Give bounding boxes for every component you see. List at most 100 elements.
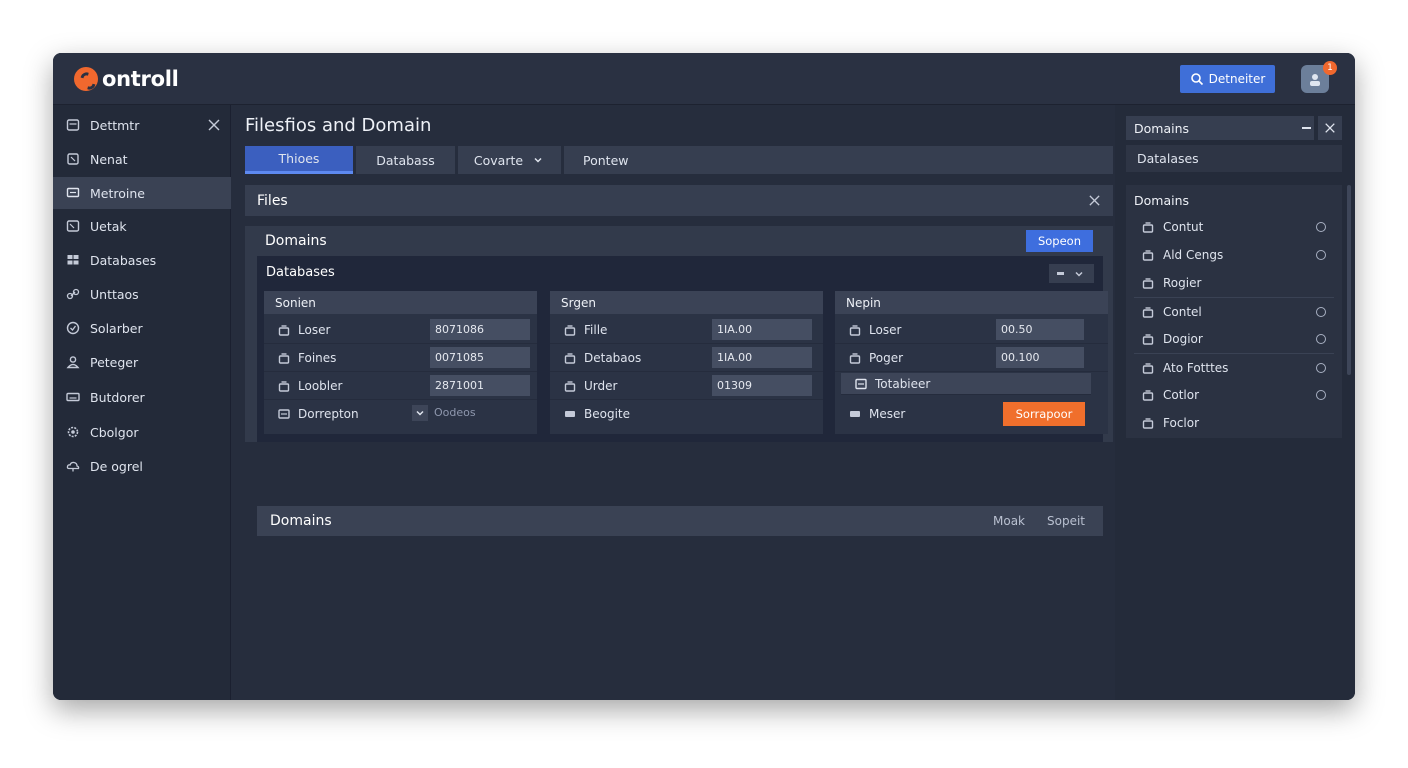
sidebar-item-label: Metroine: [90, 185, 145, 201]
list-item[interactable]: Ato Fotttes: [1134, 353, 1334, 381]
sidebar-item-unttaos[interactable]: Unttaos: [53, 278, 231, 310]
row-value[interactable]: 2871001: [430, 375, 530, 396]
radio-button[interactable]: [1316, 363, 1326, 373]
sidebar-item-solarber[interactable]: Solarber: [53, 312, 231, 344]
radio-button[interactable]: [1316, 334, 1326, 344]
lock-icon: [277, 379, 291, 393]
sidebar-item-databases[interactable]: Databases: [53, 244, 231, 276]
brand[interactable]: ontroll: [74, 65, 179, 93]
row-label: Loser: [869, 322, 902, 337]
list-item[interactable]: Rogier: [1134, 269, 1334, 297]
app-window: ontroll Detneiter 1 Dettmtr Nenat Metroi…: [53, 53, 1355, 700]
brand-name: ontroll: [102, 67, 179, 91]
sidebar-item-nenat[interactable]: Nenat: [53, 143, 231, 175]
sidebar-item-metroine[interactable]: Metroine: [53, 177, 231, 209]
monitor-icon: [66, 186, 80, 200]
list-item-label: Dogior: [1163, 332, 1203, 346]
table-row-highlighted[interactable]: Totabieer: [841, 373, 1091, 395]
table-row[interactable]: Poger 00.100: [835, 344, 1108, 372]
search-button[interactable]: Detneiter: [1180, 65, 1275, 93]
list-item[interactable]: Cotlor: [1134, 381, 1334, 409]
chevron-down-icon: [531, 153, 545, 167]
list-item[interactable]: Contel: [1134, 297, 1334, 325]
table-row[interactable]: Dorrepton Oodeos: [264, 400, 537, 428]
row-label: Totabieer: [875, 376, 931, 391]
table-row[interactable]: Urder 01309: [550, 372, 823, 400]
minimize-icon[interactable]: [1299, 116, 1313, 140]
table-row[interactable]: Loser 00.50: [835, 316, 1108, 344]
row-value[interactable]: 1IA.00: [712, 319, 812, 340]
right-panel-list: Domains Contut Ald Cengs Rogier Contel D…: [1126, 185, 1342, 438]
list-item-label: Ald Cengs: [1163, 248, 1224, 262]
column-header: Srgen: [550, 291, 823, 314]
close-icon[interactable]: [1318, 116, 1342, 140]
data-column-srgen: Srgen Fille 1IA.00 Detabaos 1IA.00 Urder: [550, 291, 823, 434]
tab-thioes[interactable]: Thioes: [245, 146, 353, 174]
row-value[interactable]: 01309: [712, 375, 812, 396]
databases-control[interactable]: [1049, 264, 1094, 283]
cloud-icon: [66, 459, 80, 473]
table-row[interactable]: Beogite: [550, 400, 823, 428]
list-item[interactable]: Contut: [1134, 213, 1334, 241]
row-value[interactable]: 8071086: [430, 319, 530, 340]
close-icon[interactable]: [207, 118, 221, 132]
lock-icon: [848, 351, 862, 365]
lock-icon: [277, 351, 291, 365]
sopeon-button[interactable]: Sopeon: [1026, 230, 1093, 252]
column-header: Sonien: [264, 291, 537, 314]
table-row[interactable]: Detabaos 1IA.00: [550, 344, 823, 372]
list-title: Domains: [1134, 193, 1190, 208]
sopeit-link[interactable]: Sopeit: [1047, 514, 1085, 528]
right-panel-subheader[interactable]: Datalases: [1126, 145, 1342, 172]
sidebar-item-uetak[interactable]: Uetak: [53, 210, 231, 242]
sorrapoor-button[interactable]: Sorrapoor: [1003, 402, 1085, 426]
sidebar-item-dettmtr[interactable]: Dettmtr: [53, 109, 231, 141]
row-value[interactable]: 00.100: [996, 347, 1084, 368]
radio-button[interactable]: [1316, 250, 1326, 260]
sidebar-item-peteger[interactable]: Peteger: [53, 346, 231, 378]
table-row[interactable]: Foines 0071085: [264, 344, 537, 372]
dropdown-toggle[interactable]: [412, 405, 428, 421]
table-row[interactable]: Loser 8071086: [264, 316, 537, 344]
right-panel-header: Domains: [1126, 116, 1314, 140]
table-row[interactable]: Meser Sorrapoor: [835, 400, 1108, 428]
databases-title: Databases: [266, 265, 335, 280]
card-icon: [848, 407, 862, 421]
row-value[interactable]: 1IA.00: [712, 347, 812, 368]
user-avatar-icon: [1308, 72, 1322, 86]
sidebar-item-cbolgor[interactable]: Cbolgor: [53, 416, 231, 448]
row-label: Loser: [298, 322, 331, 337]
notification-badge: 1: [1323, 61, 1337, 75]
sidebar-item-label: Cbolgor: [90, 424, 139, 440]
row-value[interactable]: 0071085: [430, 347, 530, 368]
document-icon: [854, 377, 868, 391]
radio-button[interactable]: [1316, 390, 1326, 400]
sidebar-item-label: Unttaos: [90, 286, 139, 302]
list-item-label: Cotlor: [1163, 388, 1200, 402]
list-item[interactable]: Ald Cengs: [1134, 241, 1334, 269]
tab-covarte[interactable]: Covarte: [458, 146, 561, 174]
data-column-sonien: Sonien Loser 8071086 Foines 0071085 Loob…: [264, 291, 537, 434]
scrollbar[interactable]: [1347, 185, 1351, 375]
row-label: Meser: [869, 407, 906, 421]
row-label: Dorrepton: [298, 407, 359, 421]
tab-databass[interactable]: Databass: [356, 146, 455, 174]
row-value[interactable]: 00.50: [996, 319, 1084, 340]
list-item[interactable]: Dogior: [1134, 325, 1334, 353]
link-icon: [66, 287, 80, 301]
sidebar-item-butdorer[interactable]: Butdorer: [53, 381, 231, 413]
chevron-down-icon: [413, 406, 427, 420]
row-label: Beogite: [584, 407, 630, 421]
list-item[interactable]: Foclor: [1134, 409, 1334, 437]
radio-button[interactable]: [1316, 222, 1326, 232]
radio-button[interactable]: [1316, 307, 1326, 317]
minus-icon: [1057, 272, 1064, 275]
close-icon[interactable]: [1088, 194, 1101, 207]
tab-pontew[interactable]: Pontew: [564, 146, 1113, 174]
table-row[interactable]: Fille 1IA.00: [550, 316, 823, 344]
sidebar-item-de-ogrel[interactable]: De ogrel: [53, 450, 231, 482]
moak-link[interactable]: Moak: [993, 514, 1025, 528]
page-title: Filesfios and Domain: [245, 115, 432, 136]
table-row[interactable]: Loobler 2871001: [264, 372, 537, 400]
domains-footer-bar: Domains Moak Sopeit: [257, 506, 1103, 536]
